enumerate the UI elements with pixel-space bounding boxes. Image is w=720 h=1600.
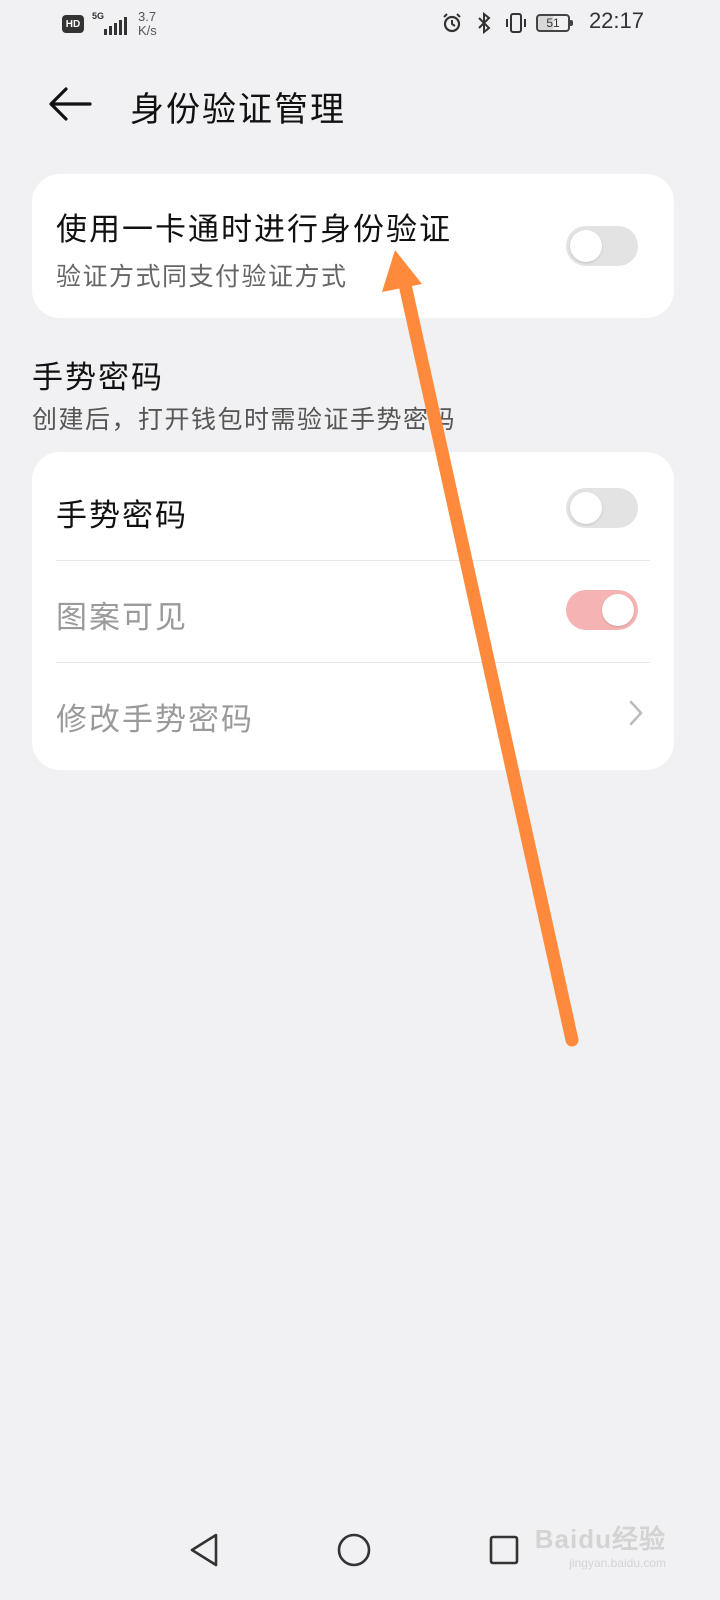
pattern-visible-row[interactable]: 图案可见 <box>56 592 650 637</box>
system-nav-bar: Baidu经验 jingyan.baidu.com <box>0 1500 720 1600</box>
pattern-visible-toggle[interactable] <box>566 590 638 630</box>
network-speed: 3.7 K/s <box>138 10 157 38</box>
gesture-password-row[interactable]: 手势密码 <box>56 490 650 535</box>
gesture-section-title: 手势密码 <box>32 360 164 396</box>
triangle-back-icon <box>190 1533 218 1567</box>
square-recents-icon <box>489 1535 519 1565</box>
card-verification-title: 使用一卡通时进行身份验证 <box>56 212 452 248</box>
vibrate-icon <box>504 11 528 35</box>
watermark-url: jingyan.baidu.com <box>569 1556 666 1570</box>
watermark-brand: Baidu经验 <box>534 1524 666 1554</box>
card-verification-toggle[interactable] <box>566 226 638 266</box>
status-time: 22:17 <box>588 8 644 33</box>
network-type-label: 5G <box>92 11 105 21</box>
card-verification-subtitle: 验证方式同支付验证方式 <box>56 262 348 291</box>
back-button[interactable] <box>46 82 94 126</box>
circle-home-icon <box>337 1533 371 1567</box>
card-verification-card: 使用一卡通时进行身份验证 验证方式同支付验证方式 <box>32 174 674 318</box>
change-gesture-password-label: 修改手势密码 <box>56 702 254 738</box>
gesture-password-toggle[interactable] <box>566 488 638 528</box>
network-speed-unit: K/s <box>138 23 157 38</box>
pattern-visible-label: 图案可见 <box>56 600 188 636</box>
chevron-right-icon <box>624 698 648 728</box>
divider <box>56 560 650 561</box>
hd-icon: HD <box>62 15 84 33</box>
signal-strength-icon: 5G <box>92 11 128 37</box>
nav-back-button[interactable] <box>174 1520 234 1580</box>
change-gesture-password-row[interactable]: 修改手势密码 <box>56 694 650 739</box>
battery-icon: 51 <box>536 14 573 32</box>
gesture-settings-card: 手势密码 图案可见 修改手势密码 <box>32 452 674 770</box>
bluetooth-icon <box>472 11 496 35</box>
arrow-left-icon <box>49 87 92 121</box>
app-header: 身份验证管理 <box>0 68 720 140</box>
baidu-watermark: Baidu经验 jingyan.baidu.com <box>535 1519 666 1570</box>
network-speed-value: 3.7 <box>138 9 157 24</box>
card-verification-row[interactable]: 使用一卡通时进行身份验证 验证方式同支付验证方式 <box>56 204 650 293</box>
gesture-password-label: 手势密码 <box>56 498 188 534</box>
toggle-knob <box>570 230 602 262</box>
status-right-group: 51 <box>440 11 573 35</box>
toggle-knob <box>570 492 602 524</box>
toggle-knob <box>602 594 634 626</box>
nav-recents-button[interactable] <box>474 1520 534 1580</box>
nav-home-button[interactable] <box>324 1520 384 1580</box>
divider <box>56 662 650 663</box>
gesture-section-subtitle: 创建后，打开钱包时需验证手势密码 <box>32 405 457 434</box>
status-bar: HD 5G 3.7 K/s 51 22:17 <box>0 0 720 48</box>
status-left-group: HD 5G 3.7 K/s <box>62 10 157 38</box>
page-title: 身份验证管理 <box>130 90 346 130</box>
alarm-clock-icon <box>440 11 464 35</box>
